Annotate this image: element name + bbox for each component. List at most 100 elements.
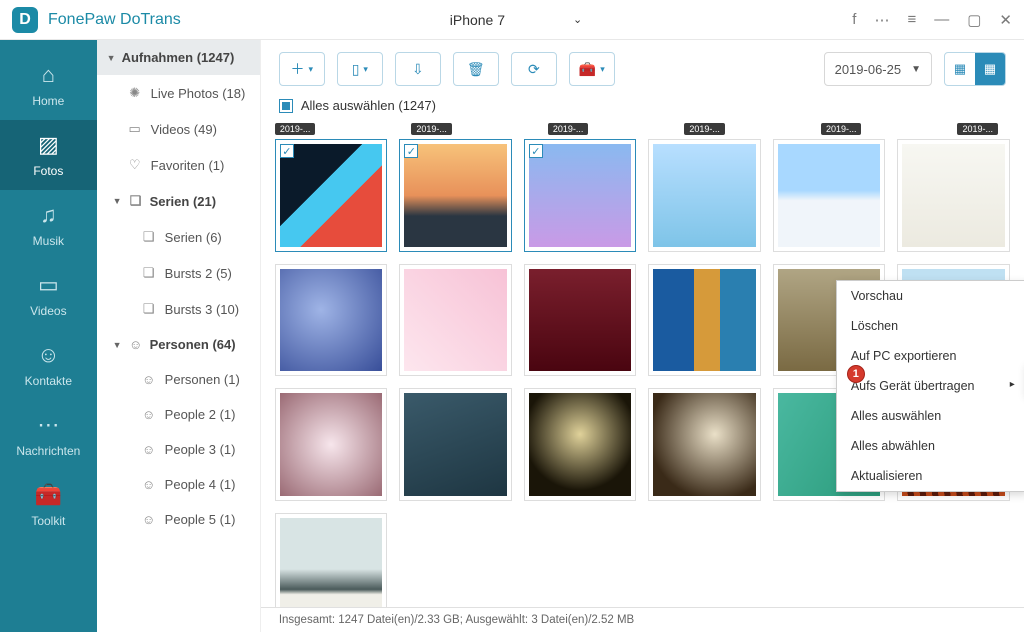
tree-personen[interactable]: ▼☺Personen (64) [97, 327, 260, 362]
tree-bursts3[interactable]: ❏Bursts 3 (10) [97, 291, 260, 327]
ctx-export-pc[interactable]: Auf PC exportieren [837, 341, 1024, 371]
chevron-down-icon: ▾ [600, 64, 605, 75]
date-tag: 2019-... [821, 123, 862, 135]
tree-people3[interactable]: ☺People 3 (1) [97, 432, 260, 467]
check-icon: ✓ [280, 144, 294, 158]
tree-serien[interactable]: ▼❏Serien (21) [97, 183, 260, 219]
photo-thumb[interactable] [648, 264, 761, 377]
nav-label: Musik [33, 234, 64, 248]
person-icon: ☺ [128, 337, 144, 352]
app-title: FonePaw DoTrans [48, 11, 181, 29]
phone-icon: ▯ [352, 61, 360, 78]
tree-serien-sub[interactable]: ❏Serien (6) [97, 219, 260, 255]
nav-kontakte[interactable]: ☺ Kontakte [0, 330, 97, 400]
ctx-loeschen[interactable]: Löschen [837, 311, 1024, 341]
thumb-image [529, 269, 632, 372]
ctx-label: Aufs Gerät übertragen [851, 379, 975, 393]
titlebar: D FonePaw DoTrans iPhone 7 ⌄ f ⋯ ≡ — ▢ ✕ [0, 0, 1024, 40]
facebook-icon[interactable]: f [852, 11, 856, 28]
select-all-row[interactable]: Alles auswählen (1247) [261, 98, 1024, 123]
date-row: 2019-... 2019-... 2019-... 2019-... 2019… [275, 123, 1010, 135]
photo-thumb[interactable] [897, 139, 1010, 252]
nav-videos[interactable]: ▭ Videos [0, 260, 97, 330]
tree-favoriten[interactable]: ♡Favoriten (1) [97, 147, 260, 183]
photo-thumb[interactable] [399, 264, 512, 377]
thumb-image [280, 144, 383, 247]
ctx-vorschau[interactable]: Vorschau [837, 281, 1024, 311]
person-icon: ☺ [141, 372, 157, 387]
to-phone-button[interactable]: ▯▾ [337, 52, 383, 86]
photo-thumb[interactable] [524, 264, 637, 377]
ctx-deselect-all[interactable]: Alles abwählen [837, 431, 1024, 461]
tree-videos[interactable]: ▭Videos (49) [97, 111, 260, 147]
check-icon: ✓ [404, 144, 418, 158]
photo-thumb[interactable] [648, 139, 761, 252]
photo-thumb[interactable] [275, 264, 388, 377]
select-all-checkbox[interactable] [279, 99, 293, 113]
view-large-grid[interactable]: ▦ [945, 53, 975, 85]
close-icon[interactable]: ✕ [999, 11, 1012, 29]
tree-personen-sub[interactable]: ☺Personen (1) [97, 362, 260, 397]
photo-thumb[interactable]: ✓ [275, 139, 388, 252]
tree-label: Favoriten (1) [151, 158, 225, 173]
tree-aufnahmen[interactable]: ▼ Aufnahmen (1247) [97, 40, 260, 75]
date-tag: 2019-... [548, 123, 589, 135]
tree-people4[interactable]: ☺ People 4 (1) [97, 467, 260, 502]
photo-thumb[interactable]: ✓ [524, 139, 637, 252]
refresh-button[interactable]: ⟳ [511, 52, 557, 86]
minimize-icon[interactable]: — [934, 11, 949, 28]
chevron-right-icon: ▸ [1010, 379, 1015, 390]
photos-icon: ▨ [38, 132, 59, 158]
nav-label: Kontakte [25, 374, 72, 388]
photo-thumb[interactable] [275, 388, 388, 501]
chevron-down-icon: ⌄ [573, 13, 582, 26]
date-tag: 2019-... [684, 123, 725, 135]
main-area: ⌂ Home ▨ Fotos ♫ Musik ▭ Videos ☺ Kontak… [0, 40, 1024, 632]
sidebar-nav: ⌂ Home ▨ Fotos ♫ Musik ▭ Videos ☺ Kontak… [0, 40, 97, 632]
nav-toolkit[interactable]: 🧰 Toolkit [0, 470, 97, 540]
tree-label: Personen (64) [150, 337, 236, 352]
thumb-image [902, 144, 1005, 247]
date-tag: 2019-... [275, 123, 316, 135]
photo-thumb[interactable]: ✓ [399, 139, 512, 252]
ctx-select-all[interactable]: Alles auswählen [837, 401, 1024, 431]
photo-thumb[interactable] [524, 388, 637, 501]
nav-fotos[interactable]: ▨ Fotos [0, 120, 97, 190]
tree-bursts2[interactable]: ❏Bursts 2 (5) [97, 255, 260, 291]
export-icon: ⇩ [412, 61, 424, 78]
nav-nachrichten[interactable]: ⋯ Nachrichten [0, 400, 97, 470]
view-small-grid[interactable]: ▦ [975, 53, 1005, 85]
tree-label: People 4 (1) [165, 477, 236, 492]
chevron-down-icon: ▼ [107, 53, 116, 63]
menu-icon[interactable]: ≡ [907, 11, 916, 28]
add-button[interactable]: ＋▾ [279, 52, 325, 86]
nav-home[interactable]: ⌂ Home [0, 50, 97, 120]
window-controls: f ⋯ ≡ — ▢ ✕ [852, 11, 1012, 29]
refresh-icon: ⟳ [528, 61, 540, 78]
thumb-image [280, 269, 383, 372]
view-toggle: ▦ ▦ [944, 52, 1006, 86]
date-picker[interactable]: 2019-06-25 ▼ [824, 52, 932, 86]
toolbox-button[interactable]: 🧰▾ [569, 52, 615, 86]
feedback-icon[interactable]: ⋯ [874, 11, 889, 29]
device-selector[interactable]: iPhone 7 ⌄ [442, 12, 583, 28]
person-icon: ☺ [141, 477, 157, 492]
maximize-icon[interactable]: ▢ [967, 11, 981, 29]
tree-live-photos[interactable]: ✺Live Photos (18) [97, 75, 260, 111]
ctx-transfer-device[interactable]: Aufs Gerät übertragen ▸ [837, 371, 1024, 401]
tree-people5[interactable]: ☺People 5 (1) [97, 502, 260, 537]
photo-thumb[interactable] [275, 513, 388, 607]
sparkle-icon: ✺ [127, 85, 143, 101]
plus-icon: ＋ [291, 59, 305, 79]
delete-button[interactable]: 🗑 [453, 52, 499, 86]
stack-icon: ❏ [128, 193, 144, 209]
to-pc-button[interactable]: ⇩ [395, 52, 441, 86]
photo-thumb[interactable] [399, 388, 512, 501]
nav-label: Videos [30, 304, 66, 318]
tree-people2[interactable]: ☺People 2 (1) [97, 397, 260, 432]
nav-musik[interactable]: ♫ Musik [0, 190, 97, 260]
photo-thumb[interactable] [648, 388, 761, 501]
app-logo-icon: D [12, 7, 38, 33]
photo-thumb[interactable] [773, 139, 886, 252]
ctx-refresh[interactable]: Aktualisieren [837, 461, 1024, 491]
